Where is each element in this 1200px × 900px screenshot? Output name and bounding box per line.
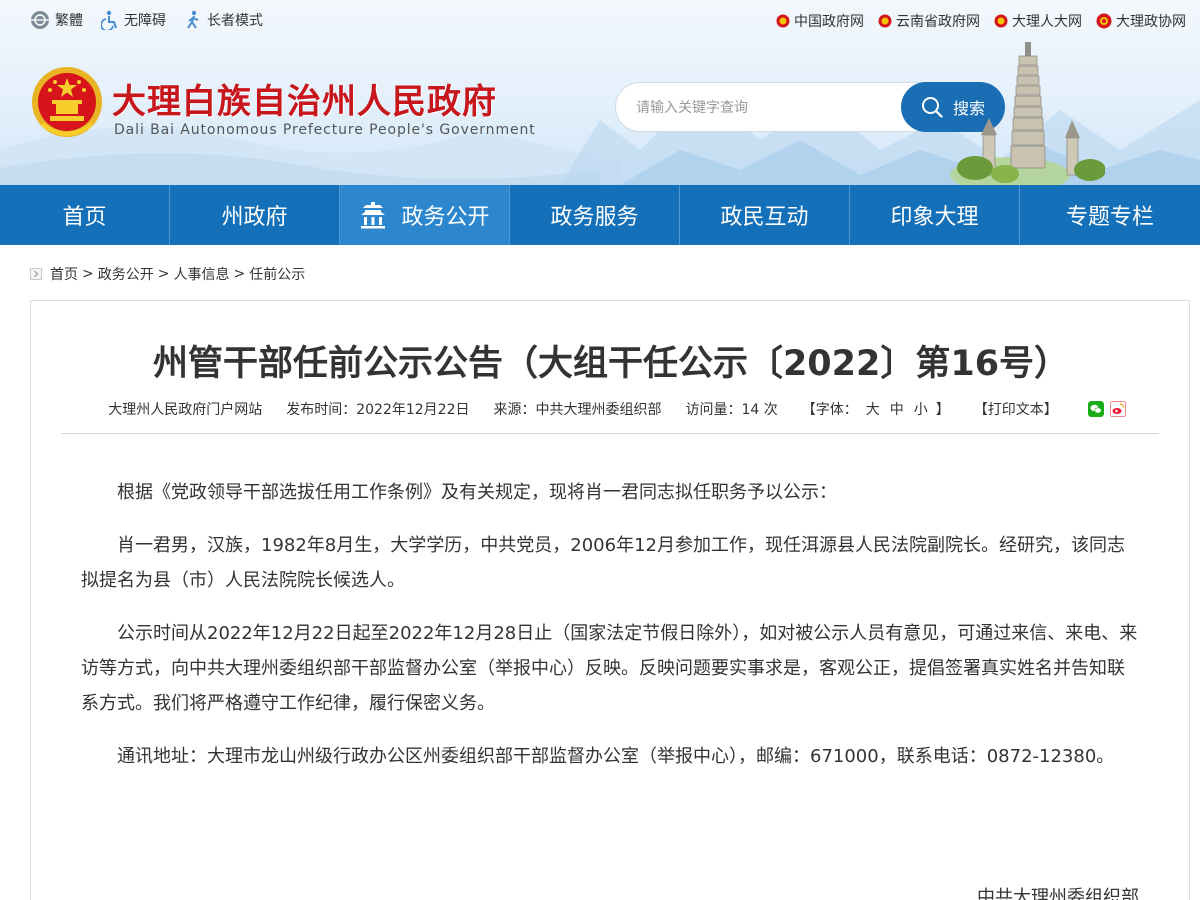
- font-size-small[interactable]: 小: [912, 399, 930, 419]
- accessibility-label: 无障碍: [124, 13, 166, 29]
- nav-item-home[interactable]: 首页: [0, 185, 170, 245]
- elder-mode-label: 长者模式: [207, 13, 263, 29]
- home-icon: [30, 268, 42, 280]
- top-link-label: 云南省政府网: [896, 14, 980, 30]
- elder-mode-link[interactable]: 长者模式: [184, 10, 263, 30]
- meta-source: 来源：中共大理州委组织部: [493, 399, 661, 419]
- wechat-icon[interactable]: [1087, 401, 1104, 417]
- meta-publish-date: 2022年12月22日: [356, 402, 470, 418]
- nav-item-gov-services[interactable]: 政务服务: [510, 185, 680, 245]
- nav-label: 首页: [62, 205, 107, 230]
- title-divider: [61, 433, 1159, 434]
- nav-label: 政务服务: [550, 205, 639, 230]
- article-title: 州管干部任前公示公告（大组干任公示〔2022〕第16号）: [152, 344, 1070, 384]
- breadcrumb-gov-affairs-open[interactable]: 政务公开: [98, 264, 154, 284]
- article-panel: 州管干部任前公示公告（大组干任公示〔2022〕第16号） 大理州人民政府门户网站…: [30, 300, 1190, 900]
- meta-visits-unit: 次: [763, 402, 778, 418]
- weibo-icon[interactable]: [1109, 401, 1126, 417]
- nav-label: 印象大理: [890, 205, 979, 230]
- nav-item-gov-affairs-open[interactable]: 政务公开: [340, 185, 510, 245]
- nav-label: 专题专栏: [1065, 205, 1154, 230]
- font-size-large[interactable]: 大: [864, 399, 882, 419]
- article-body: 根据《党政领导干部选拔任用工作条例》及有关规定，现将肖一君同志拟任职务予以公示：…: [81, 475, 1141, 792]
- national-emblem-icon: [878, 14, 892, 28]
- nav-item-impression-dali[interactable]: 印象大理: [850, 185, 1020, 245]
- article-paragraph: 肖一君男，汉族，1982年8月生，大学学历，中共党员，2006年12月参加工作，…: [81, 535, 1125, 591]
- article-paragraph: 公示时间从2022年12月22日起至2022年12月28日止（国家法定节假日除外…: [81, 623, 1138, 714]
- search-input[interactable]: [636, 95, 896, 121]
- breadcrumb-separator: >: [82, 266, 94, 282]
- national-emblem-icon: [994, 14, 1008, 28]
- meta-source-value: 中共大理州委组织部: [535, 402, 662, 418]
- globe-icon: [31, 11, 49, 29]
- traditional-chinese-link[interactable]: 繁體: [30, 10, 83, 30]
- font-size-medium[interactable]: 中: [888, 399, 906, 419]
- nav-item-special-topics[interactable]: 专题专栏: [1020, 185, 1200, 245]
- meta-visits-count: 14: [741, 402, 760, 418]
- meta-visits: 访问量：14 次: [685, 399, 777, 419]
- cppcc-emblem-icon: [1096, 13, 1112, 29]
- site-title[interactable]: 大理白族自治州人民政府: [112, 74, 497, 123]
- breadcrumb-pre-appointment[interactable]: 任前公示: [249, 264, 305, 284]
- search-box: 搜索: [615, 82, 1005, 132]
- top-link-dali-cppcc[interactable]: 大理政协网: [1096, 11, 1186, 31]
- meta-source-label: 来源：: [493, 402, 536, 418]
- top-link-yunnan-gov[interactable]: 云南省政府网: [878, 11, 980, 31]
- top-link-label: 大理人大网: [1012, 14, 1082, 30]
- nav-label: 州政府: [221, 205, 288, 230]
- national-emblem-icon: [776, 14, 790, 28]
- article-meta: 大理州人民政府门户网站 发布时间：2022年12月22日 来源：中共大理州委组织…: [31, 399, 1191, 419]
- article-paragraph: 根据《党政领导干部选拔任用工作条例》及有关规定，现将肖一君同志拟任职务予以公示：: [117, 482, 837, 503]
- print-button[interactable]: 【打印文本】: [974, 399, 1058, 419]
- top-links: 中国政府网 云南省政府网 大理人大网 大理政协网: [776, 11, 1186, 31]
- pagoda-illustration: [957, 42, 1105, 183]
- nav-item-government[interactable]: 州政府: [170, 185, 340, 245]
- site-subtitle: Dali Bai Autonomous Prefecture People's …: [114, 122, 536, 138]
- magnifier-icon: [921, 97, 943, 118]
- nav-item-interaction[interactable]: 政民互动: [680, 185, 850, 245]
- nav-label: 政务公开: [401, 205, 490, 230]
- person-walking-icon: [187, 10, 199, 29]
- top-link-dali-npc[interactable]: 大理人大网: [994, 11, 1082, 31]
- breadcrumb-separator: >: [157, 266, 170, 282]
- traditional-chinese-label: 繁體: [55, 13, 83, 29]
- accessibility-bar: 繁體 无障碍 长者模式: [30, 10, 263, 30]
- share-buttons: [1087, 401, 1126, 417]
- nav-label: 政民互动: [720, 205, 809, 230]
- main-nav: 首页 州政府 政务公开 政务服务 政民互动 印象大理 专题专栏: [0, 185, 1200, 245]
- wheelchair-icon: [101, 10, 117, 30]
- breadcrumb-separator: >: [233, 266, 246, 282]
- top-link-gov-cn[interactable]: 中国政府网: [776, 11, 864, 31]
- font-size-label: 【字体：: [801, 402, 858, 418]
- article-paragraph: 通讯地址：大理市龙山州级行政办公区州委组织部干部监督办公室（举报中心），邮编：6…: [117, 746, 1115, 767]
- national-emblem-logo[interactable]: [30, 64, 104, 142]
- top-link-label: 大理政协网: [1116, 14, 1186, 30]
- font-size-switcher: 【字体： 大 中 小 】: [802, 399, 950, 419]
- meta-publish-time: 发布时间：2022年12月22日: [286, 399, 469, 419]
- breadcrumb-home[interactable]: 首页: [50, 264, 78, 284]
- font-size-close: 】: [935, 402, 950, 418]
- meta-publish-label: 发布时间：: [286, 402, 357, 418]
- top-link-label: 中国政府网: [794, 14, 864, 30]
- article-signature: 中共大理州委组织部: [977, 887, 1139, 900]
- meta-source-site: 大理州人民政府门户网站: [108, 402, 263, 418]
- site-header: 繁體 无障碍 长者模式 中国政府网 云南省政府网 大理人大网 大理政协网 大理白…: [0, 0, 1200, 185]
- meta-visits-label: 访问量：: [685, 402, 742, 418]
- temple-icon: [361, 202, 386, 229]
- breadcrumb: 首页 > 政务公开 > 人事信息 > 任前公示: [30, 264, 305, 284]
- breadcrumb-personnel-info[interactable]: 人事信息: [173, 264, 229, 284]
- accessibility-link[interactable]: 无障碍: [101, 10, 166, 30]
